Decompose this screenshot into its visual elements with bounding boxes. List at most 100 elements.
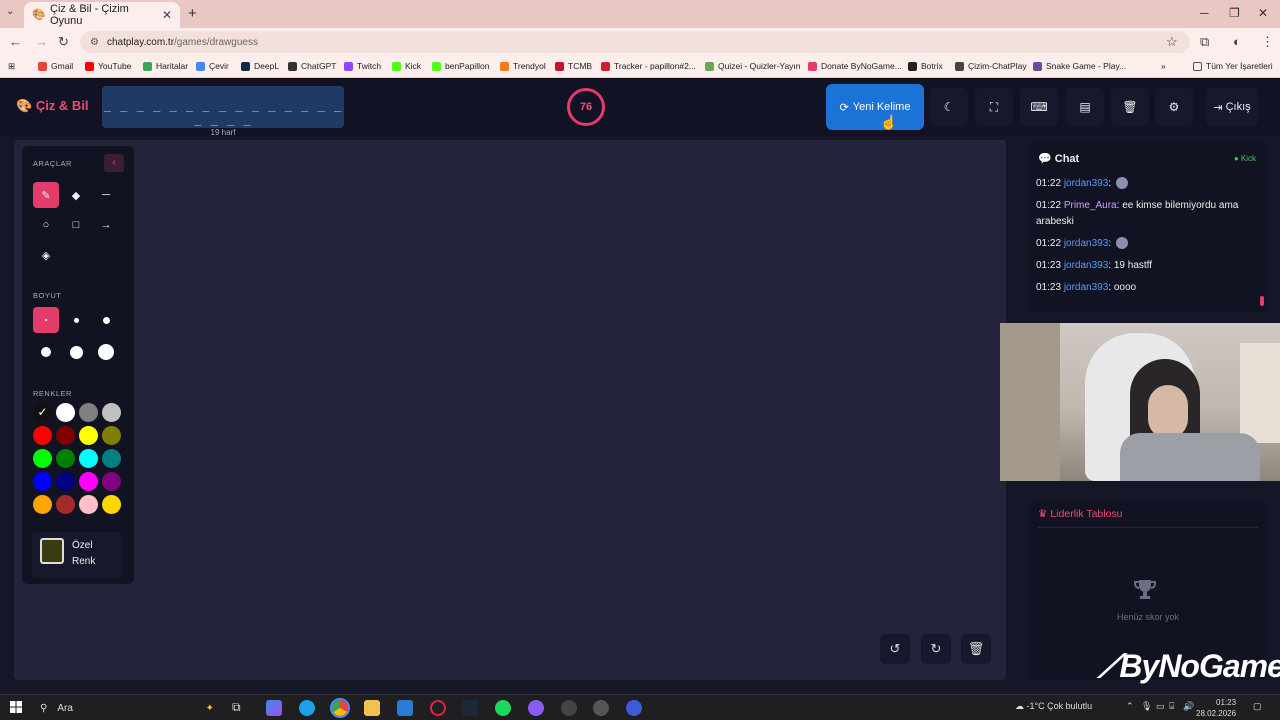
bookmark-item[interactable]: Tracker - papillon#2... [601, 61, 696, 71]
steam-icon[interactable] [462, 700, 478, 716]
taskbar-search[interactable]: ⚲ Ara ✦ [32, 697, 222, 719]
extensions-icon[interactable]: ⧉ [1200, 34, 1209, 50]
chat-username[interactable]: jordan393 [1064, 178, 1108, 189]
color-swatch[interactable] [56, 495, 75, 514]
new-word-button[interactable]: ⟳ Yeni Kelime [826, 84, 924, 130]
microphone-icon[interactable]: 🎙 [1141, 701, 1152, 712]
collapse-panel-button[interactable]: ‹ [104, 154, 124, 172]
exit-button[interactable]: ⇥ Çıkış [1206, 88, 1258, 126]
bookmark-item[interactable]: Twitch [344, 61, 381, 71]
menu-icon[interactable]: ⋮ [1261, 34, 1274, 50]
redo-button[interactable]: ↻ [921, 634, 951, 664]
obs-icon[interactable] [561, 700, 577, 716]
notification-icon[interactable]: ▢ [1253, 701, 1262, 712]
spotify-icon[interactable] [495, 700, 511, 716]
minimize-icon[interactable]: ─ [1200, 6, 1209, 20]
restore-icon[interactable]: ❐ [1229, 6, 1240, 20]
apps-icon[interactable]: ⊞ [8, 61, 15, 72]
site-info-icon[interactable]: ⚙ [90, 37, 99, 48]
line-tool[interactable]: ─ [93, 182, 119, 208]
bookmark-item[interactable]: Gmail [38, 61, 73, 71]
settings-button[interactable]: ⚙ [1155, 88, 1193, 126]
profile-icon[interactable]: ◐ [1233, 34, 1241, 49]
rectangle-tool[interactable]: □ [63, 212, 89, 238]
bookmark-item[interactable]: Haritalar [143, 61, 188, 71]
close-tab-icon[interactable]: ✕ [162, 8, 172, 22]
color-swatch[interactable] [79, 472, 98, 491]
new-tab-icon[interactable]: + [188, 5, 197, 22]
chat-messages[interactable]: 01:22 jordan393: 01:22 Prime_Aura: ee ki… [1036, 176, 1258, 302]
bookmark-item[interactable]: TCMB [555, 61, 592, 71]
bookmark-item[interactable]: Çizim-ChatPlay [955, 61, 1027, 71]
settings-app-icon[interactable] [593, 700, 609, 716]
copilot-icon[interactable] [266, 700, 282, 716]
undo-button[interactable]: ↺ [880, 634, 910, 664]
weather[interactable]: ☁ -1°C Çok bulutlu [1015, 701, 1092, 712]
size-option-6[interactable] [93, 339, 119, 365]
bookmark-item[interactable]: DeepL [241, 61, 279, 71]
brush-tool[interactable]: ✎ [33, 182, 59, 208]
arrow-tool[interactable]: → [93, 212, 119, 238]
size-option-3[interactable] [93, 307, 119, 333]
bookmark-item[interactable]: Snake Game - Play... [1033, 61, 1126, 71]
folder-tray-icon[interactable]: ▭ [1156, 701, 1165, 712]
store-icon[interactable] [397, 700, 413, 716]
keyboard-button[interactable]: ⌨ [1020, 88, 1058, 126]
color-swatch[interactable] [56, 403, 75, 422]
color-swatch[interactable] [102, 495, 121, 514]
color-swatch[interactable] [102, 403, 121, 422]
tray-chevron-icon[interactable]: ⌃ [1126, 701, 1134, 712]
reload-icon[interactable]: ↻ [58, 34, 69, 50]
color-swatch[interactable] [79, 449, 98, 468]
bookmark-item[interactable]: Donate ByNoGame... [808, 61, 902, 71]
color-swatch[interactable] [33, 449, 52, 468]
clear-canvas-button[interactable]: 🗑 [961, 634, 991, 664]
taskbar-clock[interactable]: 01:23 28.02.2026 [1196, 697, 1236, 719]
volume-icon[interactable]: 🔊 [1183, 701, 1194, 712]
color-swatch[interactable] [102, 472, 121, 491]
bookmark-item[interactable]: Kick [392, 61, 421, 71]
color-swatch[interactable] [102, 449, 121, 468]
chat-username[interactable]: jordan393 [1064, 282, 1108, 293]
color-swatch[interactable] [56, 426, 75, 445]
app-icon[interactable] [528, 700, 544, 716]
edge-icon[interactable] [299, 700, 315, 716]
eraser-tool[interactable]: ◆ [63, 182, 89, 208]
bookmark-item[interactable]: Botrix [908, 61, 943, 71]
size-option-4[interactable] [33, 339, 59, 365]
bookmark-item[interactable]: YouTube [85, 61, 131, 71]
windows-start-icon[interactable] [10, 701, 22, 713]
chat-scrollbar[interactable] [1260, 296, 1264, 306]
trash-button[interactable]: 🗑 [1111, 88, 1149, 126]
color-swatch[interactable] [79, 403, 98, 422]
color-swatch[interactable] [33, 472, 52, 491]
chat-username[interactable]: jordan393 [1064, 260, 1108, 271]
network-icon[interactable]: ⌸ [1169, 701, 1174, 712]
color-swatch[interactable] [33, 495, 52, 514]
color-swatch[interactable] [33, 426, 52, 445]
bookmark-item[interactable]: Trendyol [500, 61, 546, 71]
color-swatch[interactable] [79, 426, 98, 445]
color-swatch[interactable] [79, 495, 98, 514]
size-option-2[interactable] [63, 307, 89, 333]
opera-icon[interactable] [430, 700, 446, 716]
circle-tool[interactable]: ○ [33, 212, 59, 238]
task-view-icon[interactable]: ⧉ [232, 700, 248, 716]
dark-mode-button[interactable]: ☾ [930, 88, 968, 126]
chat-username[interactable]: jordan393 [1064, 238, 1108, 249]
browser-tab[interactable]: 🎨 Çiz & Bil - Çizim Oyunu ✕ [24, 2, 180, 28]
drawing-canvas[interactable] [14, 140, 1006, 680]
size-option-1[interactable] [33, 307, 59, 333]
bookmark-item[interactable]: Çevir [196, 61, 229, 71]
color-swatch[interactable] [56, 472, 75, 491]
chat-username[interactable]: Prime_Aura [1064, 200, 1117, 211]
color-swatch[interactable] [102, 426, 121, 445]
discord-icon[interactable] [626, 700, 642, 716]
file-explorer-icon[interactable] [364, 700, 380, 716]
bookmark-item[interactable]: ChatGPT [288, 61, 336, 71]
url-field[interactable]: ⚙ chatplay.com.tr /games/drawguess [80, 31, 1190, 53]
bookmark-item[interactable]: benPapillon [432, 61, 489, 71]
bookmark-item[interactable]: Quizei - Quizler-Yayın [705, 61, 801, 71]
all-bookmarks[interactable]: Tüm Yer İşaretleri [1193, 61, 1273, 71]
forward-icon[interactable]: → [35, 34, 48, 49]
